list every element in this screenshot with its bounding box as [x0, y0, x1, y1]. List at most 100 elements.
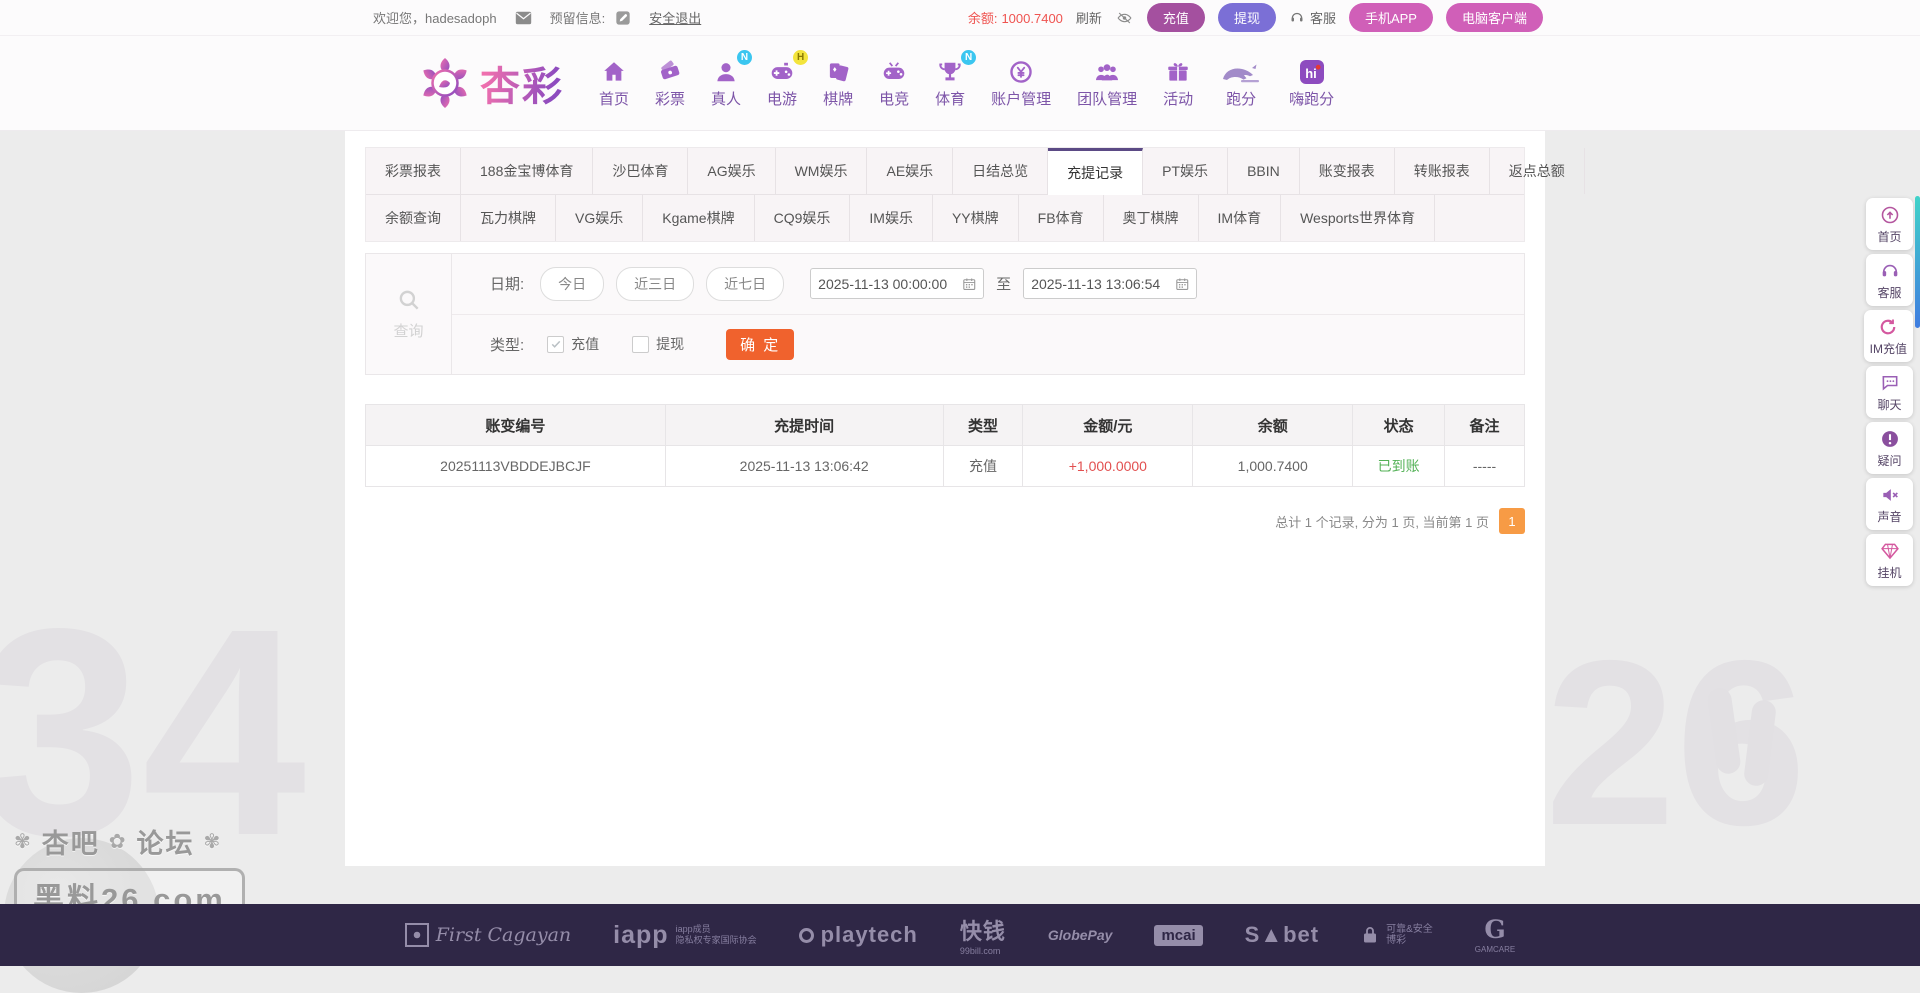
checkbox-checked-icon[interactable]	[547, 336, 564, 353]
sidebar-item-home[interactable]: 首页	[1866, 198, 1913, 250]
flower-glyph: ✾	[14, 829, 33, 854]
balance-value: 1000.7400	[1001, 11, 1062, 26]
tab-item[interactable]: WM娱乐	[776, 148, 868, 194]
tab-item-active-deposit-withdraw-records[interactable]: 充提记录	[1048, 148, 1143, 195]
header: 欢迎您，hadesadoph 预留信息: 安全退出 余额:1000.7400 刷…	[0, 0, 1920, 131]
main-nav: 杏彩 首页 彩票 N 真人 H 电游 棋牌 电竞 N	[0, 36, 1920, 130]
tab-item[interactable]: 余额查询	[366, 195, 461, 241]
sidebar-item-chat[interactable]: 聊天	[1866, 366, 1913, 418]
nav-item-chess[interactable]: 棋牌	[823, 57, 853, 109]
tab-item[interactable]: BBIN	[1228, 148, 1300, 194]
watermark-word1: 杏吧	[42, 822, 100, 861]
nav-label: 活动	[1163, 88, 1193, 109]
date-from-value[interactable]	[818, 276, 961, 292]
cell-amount: +1,000.0000	[1023, 446, 1193, 487]
service-label: 客服	[1310, 8, 1336, 27]
edit-reserved-button[interactable]	[615, 10, 631, 26]
eye-off-icon[interactable]	[1115, 10, 1134, 26]
withdraw-button[interactable]: 提现	[1218, 3, 1276, 32]
tab-item[interactable]: 账变报表	[1300, 148, 1395, 194]
nav-item-hipaofen[interactable]: hi 嗨跑分	[1289, 57, 1334, 109]
sidebar-item-question[interactable]: 疑问	[1866, 422, 1913, 474]
tab-item[interactable]: 奥丁棋牌	[1104, 195, 1199, 241]
deposit-checkbox[interactable]: 充值	[540, 334, 599, 354]
tab-item[interactable]: 沙巴体育	[593, 148, 688, 194]
seal-icon	[405, 923, 429, 947]
arrow-up-circle-icon	[1880, 205, 1900, 225]
tab-item[interactable]: Wesports世界体育	[1281, 195, 1435, 241]
nav-item-home[interactable]: 首页	[599, 57, 629, 109]
withdraw-checkbox[interactable]: 提现	[625, 334, 684, 354]
date-to-input[interactable]	[1023, 268, 1197, 299]
brand-logo[interactable]: 杏彩	[418, 54, 564, 112]
footer-logo-text: 快钱	[960, 914, 1006, 946]
nav-item-esports[interactable]: 电竞	[879, 57, 909, 109]
flower-glyph: ✾	[204, 829, 223, 854]
balance: 余额:1000.7400	[968, 8, 1063, 27]
nav-item-paofen[interactable]: 跑分	[1219, 57, 1263, 109]
mobile-app-button[interactable]: 手机APP	[1349, 3, 1433, 32]
nav-item-account[interactable]: 账户管理	[991, 57, 1051, 109]
chat-bubble-icon	[1880, 373, 1900, 393]
tab-item[interactable]: VG娱乐	[556, 195, 643, 241]
quick-7days-button[interactable]: 近七日	[706, 267, 784, 301]
date-from-input[interactable]	[810, 268, 984, 299]
tab-item[interactable]: PT娱乐	[1143, 148, 1228, 194]
nav-label: 账户管理	[991, 88, 1051, 109]
tab-item[interactable]: YY棋牌	[933, 195, 1019, 241]
footer-logo-text: iapp	[613, 921, 668, 950]
nav-item-promo[interactable]: 活动	[1163, 57, 1193, 109]
esports-gamepad-icon	[881, 57, 907, 85]
tab-item[interactable]: 日结总览	[953, 148, 1048, 194]
footer-logo-globepay: GlobePay	[1048, 927, 1113, 943]
tab-item[interactable]: 彩票报表	[366, 148, 461, 194]
message-icon[interactable]	[515, 11, 532, 25]
nav-item-egames[interactable]: H 电游	[767, 57, 797, 109]
footer-logo-playtech: playtech	[799, 922, 918, 948]
page-1-button[interactable]: 1	[1499, 508, 1525, 534]
calendar-icon	[1175, 276, 1190, 292]
search-icon	[396, 287, 422, 313]
header-type: 类型	[943, 405, 1023, 446]
sidebar-item-sound[interactable]: 声音	[1866, 478, 1913, 530]
deposit-button[interactable]: 充值	[1147, 3, 1205, 32]
quick-today-button[interactable]: 今日	[540, 267, 604, 301]
sidebar-item-afk[interactable]: 挂机	[1866, 534, 1913, 586]
header-time: 充提时间	[665, 405, 943, 446]
sidebar-item-service[interactable]: 客服	[1866, 254, 1913, 306]
scrollbar-thumb[interactable]	[1915, 196, 1920, 328]
nav-item-live[interactable]: N 真人	[711, 57, 741, 109]
nav-label: 首页	[599, 88, 629, 109]
confirm-button[interactable]: 确 定	[726, 329, 794, 360]
nav-label: 嗨跑分	[1289, 88, 1334, 109]
tab-item[interactable]: FB体育	[1019, 195, 1104, 241]
tab-item[interactable]: 转账报表	[1395, 148, 1490, 194]
tab-item[interactable]: AG娱乐	[688, 148, 775, 194]
footer-logo-first-cagayan: First Cagayan	[405, 923, 571, 947]
nav-item-lottery[interactable]: 彩票	[655, 57, 685, 109]
nav-item-team[interactable]: 团队管理	[1077, 57, 1137, 109]
pc-client-button[interactable]: 电脑客户端	[1446, 3, 1543, 32]
sidebar-label: 聊天	[1877, 396, 1901, 413]
date-to-value[interactable]	[1031, 276, 1174, 292]
tab-item[interactable]: 返点总额	[1490, 148, 1585, 194]
tab-item[interactable]: 瓦力棋牌	[461, 195, 556, 241]
tab-item[interactable]: IM娱乐	[850, 195, 933, 241]
tab-item[interactable]: CQ9娱乐	[755, 195, 851, 241]
tab-item[interactable]: AE娱乐	[867, 148, 953, 194]
sidebar-label: 声音	[1877, 508, 1901, 525]
sidebar-item-im-recharge[interactable]: IM充值	[1864, 310, 1913, 362]
checkbox-unchecked-icon[interactable]	[632, 336, 649, 353]
refresh-button[interactable]: 刷新	[1076, 8, 1102, 27]
quick-3days-button[interactable]: 近三日	[616, 267, 694, 301]
sidebar-label: 客服	[1877, 284, 1901, 301]
customer-service-link[interactable]: 客服	[1289, 8, 1336, 27]
main-panel: 彩票报表 188金宝博体育 沙巴体育 AG娱乐 WM娱乐 AE娱乐 日结总览 充…	[345, 131, 1545, 866]
tab-item[interactable]: 188金宝博体育	[461, 148, 593, 194]
tab-item[interactable]: IM体育	[1199, 195, 1282, 241]
deposit-checkbox-label: 充值	[571, 334, 599, 354]
flower-logo-icon	[418, 56, 472, 110]
tab-item[interactable]: Kgame棋牌	[643, 195, 754, 241]
logout-link[interactable]: 安全退出	[649, 8, 701, 27]
nav-item-sports[interactable]: N 体育	[935, 57, 965, 109]
